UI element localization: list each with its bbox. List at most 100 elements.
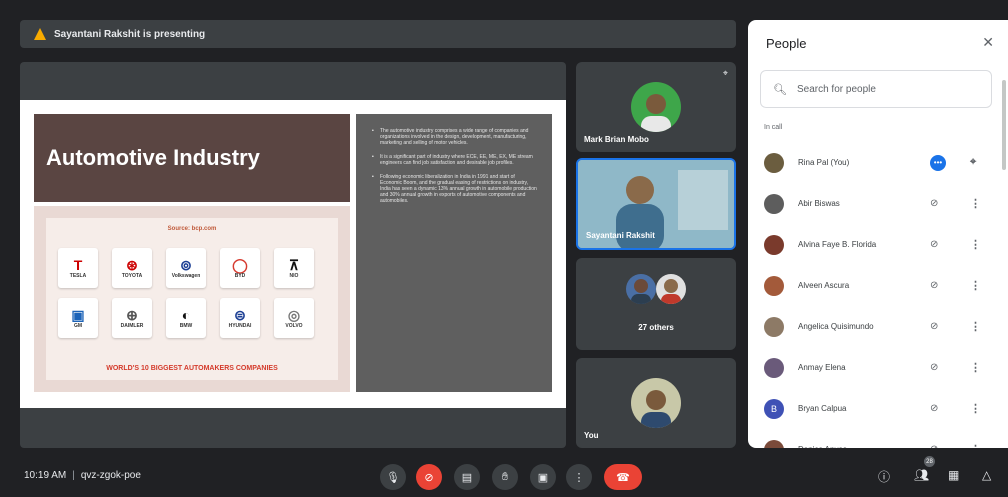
- avatar: [764, 152, 784, 173]
- logo-mark-icon: ◐: [181, 307, 191, 323]
- slide-bullet: The automotive industry comprises a wide…: [372, 128, 538, 146]
- automaker-logo: ◯ BYD: [220, 248, 260, 288]
- participant-row[interactable]: Rina Pal (You) ••• ⌖: [760, 142, 1000, 183]
- captions-icon: ▤: [461, 471, 473, 484]
- more-vert-icon: ⋮: [573, 471, 585, 484]
- automaker-logo: ⊚ Volkswagen: [166, 248, 206, 288]
- logo-label: DAIMLER: [120, 323, 144, 329]
- leave-call-button[interactable]: ☎︎: [604, 464, 642, 490]
- logo-mark-icon: ⊚: [180, 257, 192, 273]
- avatar: [626, 274, 656, 304]
- participant-row[interactable]: Anmay Elena ⊘ ⋮: [760, 347, 1000, 388]
- section-label: In call: [764, 124, 783, 131]
- more-vert-icon[interactable]: ⋮: [970, 238, 981, 251]
- more-options-button[interactable]: ⋮: [566, 464, 592, 490]
- more-vert-icon[interactable]: ⋮: [970, 443, 981, 448]
- slide-text-box: The automotive industry comprises a wide…: [356, 114, 552, 392]
- logo-label: NIO: [289, 273, 299, 279]
- raise-hand-button[interactable]: ✋︎: [492, 464, 518, 490]
- participant-row[interactable]: Danica Anyas ⊘ ⋮: [760, 429, 1000, 448]
- camera-off-icon: ⊘: [424, 471, 434, 484]
- avatar: [764, 193, 784, 214]
- close-icon[interactable]: ✕: [982, 34, 994, 51]
- automaker-logo: ◐ BMW: [166, 298, 206, 338]
- participant-list: Rina Pal (You) ••• ⌖ Abir Biswas ⊘ ⋮ Alvina Fa…: [760, 142, 1000, 448]
- participant-row[interactable]: Abir Biswas ⊘ ⋮: [760, 183, 1000, 224]
- avatar: [764, 439, 784, 448]
- scrollbar[interactable]: [1002, 80, 1006, 170]
- activities-icon[interactable]: △: [982, 468, 991, 482]
- captions-button[interactable]: ▤: [454, 464, 480, 490]
- participant-count-badge: 28: [924, 456, 935, 467]
- participant-name: Alveen Ascura: [798, 281, 850, 290]
- hand-icon: ✋︎: [501, 470, 509, 483]
- mic-off-icon: ⊘: [930, 198, 939, 209]
- present-button[interactable]: ▣: [530, 464, 556, 490]
- avatar: [764, 357, 784, 378]
- slide-title: Automotive Industry: [46, 145, 260, 170]
- logo-mark-icon: ⊛: [126, 257, 138, 273]
- participant-row[interactable]: Angelica Quisimundo ⊘ ⋮: [760, 306, 1000, 347]
- avatar: [656, 274, 686, 304]
- logo-footer: WORLD'S 10 BIGGEST AUTOMAKERS COMPANIES: [106, 365, 278, 372]
- pin-icon[interactable]: ⌖: [723, 68, 728, 79]
- camera-button[interactable]: ⊘: [416, 464, 442, 490]
- more-vert-icon[interactable]: ⋮: [970, 197, 981, 210]
- logo-label: GM: [73, 323, 83, 329]
- participant-row[interactable]: B Bryan Calpua ⊘ ⋮: [760, 388, 1000, 429]
- chat-icon[interactable]: ▦: [948, 468, 959, 482]
- participant-name: Anmay Elena: [798, 363, 846, 372]
- audio-level-icon: •••: [930, 154, 946, 171]
- tile-name: 27 others: [638, 323, 674, 332]
- logo-source: Source: bcp.com: [167, 226, 217, 232]
- microphone-button[interactable]: 🎙︎: [380, 464, 406, 490]
- participant-name: Abir Biswas: [798, 199, 840, 208]
- tile-name: Sayantani Rakshit: [586, 231, 655, 240]
- info-icon[interactable]: ⓘ: [878, 468, 890, 485]
- phone-hangup-icon: ☎︎: [616, 471, 630, 484]
- participant-tile-you[interactable]: You: [576, 358, 736, 448]
- mic-off-icon: ⊘: [930, 239, 939, 250]
- pin-icon[interactable]: ⌖: [970, 156, 976, 169]
- tile-name: Mark Brian Mobo: [584, 135, 649, 144]
- participant-row[interactable]: Alveen Ascura ⊘ ⋮: [760, 265, 1000, 306]
- presentation-icon: [34, 28, 46, 40]
- automaker-logo: ▣ GM: [58, 298, 98, 338]
- logo-mark-icon: ◎: [287, 307, 301, 323]
- automaker-logo: T TESLA: [58, 248, 98, 288]
- clock-time: 10:19 AM: [24, 470, 67, 481]
- participant-tile-mark[interactable]: ⌖ Mark Brian Mobo: [576, 62, 736, 152]
- presentation-stage[interactable]: Automotive Industry Source: bcp.com T TES…: [20, 62, 566, 448]
- slide-bullet: Following economic liberalization in Ind…: [372, 174, 538, 204]
- search-input[interactable]: [796, 83, 977, 95]
- participant-name: Bryan Calpua: [798, 404, 847, 413]
- mic-off-icon: ⊘: [930, 403, 939, 414]
- slide-bullet: It is a significant part of industry whe…: [372, 154, 538, 166]
- logo-inner: Source: bcp.com T TESLA ⊛ TOYOTA ⊚ Volkswagen…: [46, 218, 338, 380]
- separator: |: [72, 470, 75, 481]
- people-icon[interactable]: 👥︎: [914, 468, 929, 482]
- more-vert-icon[interactable]: ⋮: [970, 320, 981, 333]
- automaker-logo: ⊜ HYUNDAI: [220, 298, 260, 338]
- participant-row[interactable]: Alvina Faye B. Florida ⊘ ⋮: [760, 224, 1000, 265]
- more-vert-icon[interactable]: ⋮: [970, 279, 981, 292]
- avatar: [764, 234, 784, 255]
- logo-label: BYD: [234, 273, 246, 279]
- avatar: [631, 378, 681, 428]
- mic-off-icon: ⊘: [930, 444, 938, 448]
- participant-tile-others[interactable]: 27 others: [576, 258, 736, 350]
- avatar: B: [764, 398, 784, 419]
- mic-off-icon: ⊘: [930, 362, 939, 373]
- search-box[interactable]: 🔍︎: [760, 70, 992, 108]
- logo-label: TOYOTA: [121, 273, 143, 279]
- participant-tile-sayantani[interactable]: ♪ Sayantani Rakshit: [576, 158, 736, 250]
- people-panel: People ✕ 🔍︎ In call Rina Pal (You) ••• ⌖ Ab…: [748, 20, 1008, 448]
- meeting-code: qvz-zgok-poe: [80, 470, 141, 481]
- more-vert-icon[interactable]: ⋮: [970, 361, 981, 374]
- panel-title: People: [766, 36, 807, 51]
- mic-icon: 🎙︎: [386, 471, 400, 484]
- bottom-toolbar: 10:19 AM | qvz-zgok-poe 🎙︎ ⊘ ▤ ✋︎ ▣ ⋮ ☎︎ ⓘ…: [0, 458, 1008, 497]
- logo-label: HYUNDAI: [228, 323, 252, 329]
- participant-name: Angelica Quisimundo: [798, 322, 874, 331]
- more-vert-icon[interactable]: ⋮: [970, 402, 981, 415]
